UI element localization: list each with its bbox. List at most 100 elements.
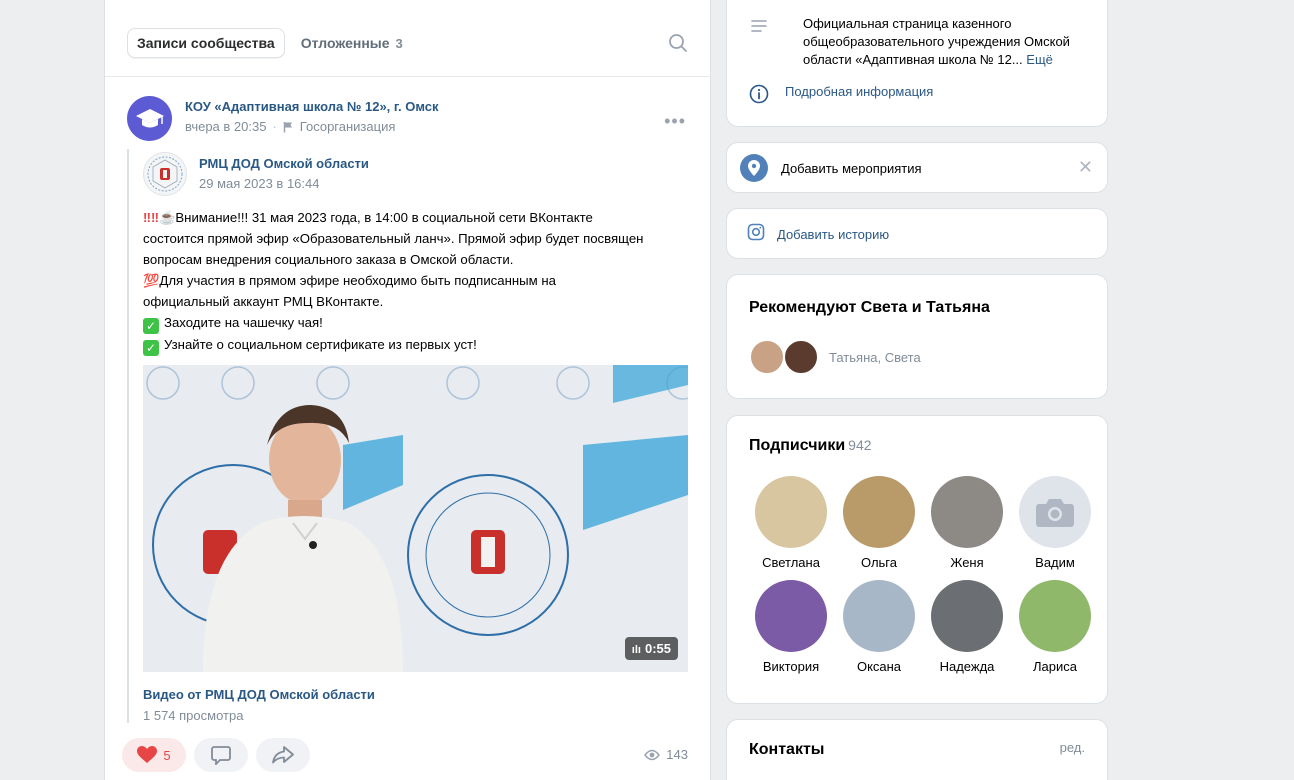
post-time[interactable]: вчера в 20:35 xyxy=(185,119,266,134)
info-icon xyxy=(749,84,769,104)
subscribers-title[interactable]: Подписчики 942 xyxy=(749,437,872,455)
subscriber-avatar[interactable] xyxy=(931,476,1003,548)
wall-feed-card: Записи сообщества Отложенные 3 КОУ «Адапт… xyxy=(104,0,711,780)
share-button[interactable] xyxy=(256,738,310,772)
views-count: 143 xyxy=(666,747,688,762)
post-text-line: вопросам внедрения социального заказа в … xyxy=(143,252,514,267)
post-text-line: Узнайте о социальном сертификате из перв… xyxy=(164,337,477,352)
post-category: Госорганизация xyxy=(299,119,396,134)
friend-avatar[interactable] xyxy=(749,339,785,375)
subscribers-card: Подписчики 942 Светлана Ольга Женя Вадим Викт… xyxy=(726,415,1108,704)
description-more-link[interactable]: Ещё xyxy=(1026,52,1053,67)
repost-date[interactable]: 29 мая 2023 в 16:44 xyxy=(199,176,319,191)
subscriber-avatar[interactable] xyxy=(755,580,827,652)
heart-icon xyxy=(137,746,158,763)
subscribers-title-label: Подписчики xyxy=(749,437,846,454)
subscriber-item[interactable]: Лариса xyxy=(1011,580,1099,674)
community-info-card: Официальная страница казенного общеобраз… xyxy=(726,0,1108,127)
comment-button[interactable] xyxy=(194,738,248,772)
tab-postponed[interactable]: Отложенные 3 xyxy=(301,35,403,51)
wall-tabs: Записи сообщества Отложенные 3 xyxy=(127,27,403,59)
camera-story-icon xyxy=(747,223,765,241)
community-avatar[interactable] xyxy=(127,96,172,141)
subscriber-avatar[interactable] xyxy=(843,476,915,548)
add-story-card[interactable]: Добавить историю xyxy=(726,208,1108,259)
subscriber-item[interactable]: Вадим xyxy=(1011,476,1099,570)
subscribers-grid: Светлана Ольга Женя Вадим Виктория Оксана Наде… xyxy=(747,476,1093,674)
hot-beverage-emoji-icon: ☕ xyxy=(158,210,176,225)
like-button[interactable]: 5 xyxy=(122,738,186,772)
contacts-title: Контакты xyxy=(749,741,825,758)
video-views: 1 574 просмотра xyxy=(143,708,244,723)
check-mark-icon: ✓ xyxy=(143,318,159,334)
subscriber-avatar[interactable] xyxy=(931,580,1003,652)
rmc-emblem-icon xyxy=(147,156,183,192)
subscriber-avatar[interactable] xyxy=(1019,580,1091,652)
repost-author-avatar[interactable] xyxy=(143,152,187,196)
subscriber-name[interactable]: Вадим xyxy=(1035,555,1075,570)
add-event-label[interactable]: Добавить мероприятия xyxy=(781,161,922,176)
contacts-card: Контакты ред. xyxy=(726,719,1108,780)
details-link[interactable]: Подробная информация xyxy=(785,84,933,104)
subscriber-avatar[interactable] xyxy=(843,580,915,652)
more-options-icon[interactable]: ••• xyxy=(664,111,686,132)
post-meta: вчера в 20:35 · Госорганизация xyxy=(185,119,396,134)
post-views: 143 xyxy=(644,747,688,762)
video-title-link[interactable]: Видео от РМЦ ДОД Омской области xyxy=(143,687,375,702)
subscriber-name[interactable]: Светлана xyxy=(762,555,820,570)
exclamation-emoji-icon: ‼‼ xyxy=(143,210,159,225)
subscriber-item[interactable]: Женя xyxy=(923,476,1011,570)
repost-author-link[interactable]: РМЦ ДОД Омской области xyxy=(199,156,369,171)
subscriber-name[interactable]: Надежда xyxy=(940,659,995,674)
graduation-cap-icon xyxy=(135,108,164,127)
eye-icon xyxy=(644,749,661,760)
subscriber-item[interactable]: Светлана xyxy=(747,476,835,570)
subscriber-name[interactable]: Ольга xyxy=(861,555,897,570)
add-event-card[interactable]: Добавить мероприятия ✕ xyxy=(726,142,1108,193)
location-pin-icon xyxy=(740,154,768,182)
video-player[interactable]: ılı 0:55 xyxy=(143,365,688,672)
add-story-label[interactable]: Добавить историю xyxy=(777,227,889,242)
subscriber-avatar[interactable] xyxy=(755,476,827,548)
recommend-card: Рекомендуют Света и Татьяна Татьяна, Све… xyxy=(726,274,1108,399)
close-icon[interactable]: ✕ xyxy=(1078,157,1093,178)
friend-avatar[interactable] xyxy=(783,339,819,375)
post-author-link[interactable]: КОУ «Адаптивная школа № 12», г. Омск xyxy=(185,99,439,114)
subscriber-item[interactable]: Ольга xyxy=(835,476,923,570)
video-thumbnail xyxy=(143,365,688,672)
post-text-line: состоится прямой эфир «Образовательный л… xyxy=(143,231,644,246)
camera-placeholder-avatar-icon[interactable] xyxy=(1019,476,1091,548)
video-duration: 0:55 xyxy=(644,641,671,656)
subscribers-count: 942 xyxy=(848,437,872,453)
subscriber-item[interactable]: Оксана xyxy=(835,580,923,674)
post-text-line: Для участия в прямом эфире необходимо бы… xyxy=(159,273,556,288)
subscriber-item[interactable]: Виктория xyxy=(747,580,835,674)
equalizer-icon: ılı xyxy=(631,644,641,656)
post-text-line: Внимание!!! 31 мая 2023 года, в 14:00 в … xyxy=(175,210,593,225)
like-count: 5 xyxy=(163,747,171,763)
divider xyxy=(105,76,710,77)
tab-community-posts[interactable]: Записи сообщества xyxy=(127,28,285,58)
flag-icon xyxy=(283,121,292,132)
text-lines-icon xyxy=(751,20,767,32)
subscriber-name[interactable]: Женя xyxy=(950,555,983,570)
hundred-emoji-icon: 💯 xyxy=(143,273,160,288)
subscriber-name[interactable]: Лариса xyxy=(1033,659,1077,674)
subscriber-name[interactable]: Виктория xyxy=(763,659,819,674)
subscriber-item[interactable]: Надежда xyxy=(923,580,1011,674)
contacts-edit-link[interactable]: ред. xyxy=(1060,740,1085,755)
post-text-line: Заходите на чашечку чая! xyxy=(164,315,323,330)
post-text: ‼‼☕Внимание!!! 31 мая 2023 года, в 14:00… xyxy=(143,207,693,356)
repost-indent-bar xyxy=(127,149,129,723)
post-actions: 5 xyxy=(122,738,310,772)
search-icon[interactable] xyxy=(668,33,688,53)
tab-postponed-label: Отложенные xyxy=(300,35,390,51)
tab-postponed-count: 3 xyxy=(395,36,403,51)
share-icon xyxy=(272,746,294,764)
post-text-line: официальный аккаунт РМЦ ВКонтакте. xyxy=(143,294,384,309)
recommend-names[interactable]: Татьяна, Света xyxy=(829,350,921,365)
subscriber-name[interactable]: Оксана xyxy=(857,659,901,674)
video-duration-badge: ılı 0:55 xyxy=(624,637,678,660)
comment-icon xyxy=(211,746,231,765)
recommend-title: Рекомендуют Света и Татьяна xyxy=(749,299,990,316)
